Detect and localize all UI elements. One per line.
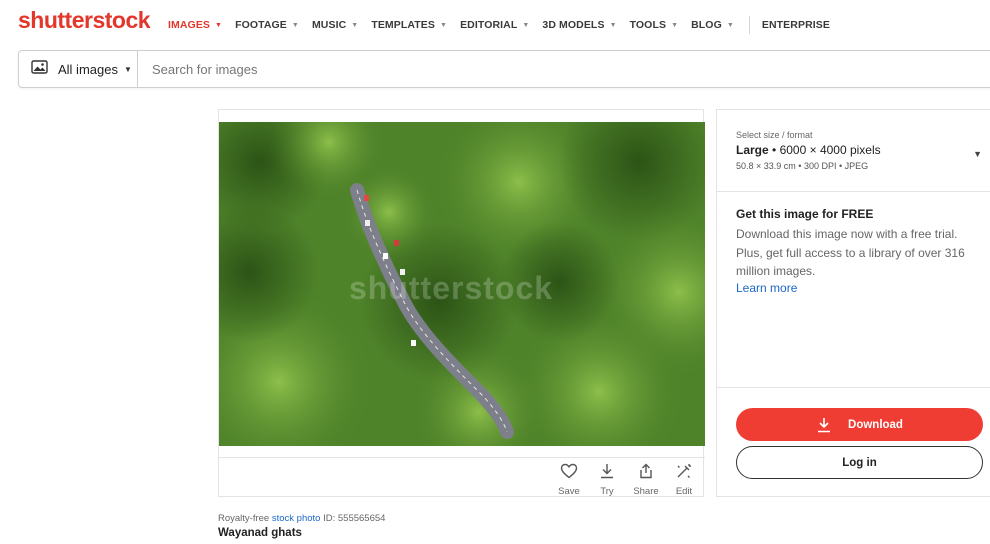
free-trial-promo: Get this image for FREE Download this im…	[736, 207, 976, 295]
edit-wand-icon	[675, 463, 693, 484]
main-nav-links: IMAGES ▼ FOOTAGE ▼ MUSIC ▼ TEMPLATES ▼ EDITO…	[168, 16, 843, 34]
nav-item-3d-models[interactable]: 3D MODELS ▼	[542, 19, 616, 31]
nav-label: TEMPLATES	[371, 19, 436, 31]
nav-item-blog[interactable]: BLOG ▼	[691, 19, 734, 31]
chevron-down-icon: ▼	[726, 21, 734, 29]
nav-label: BLOG	[691, 19, 722, 31]
caret-down-icon: ▼	[973, 149, 982, 159]
nav-item-editorial[interactable]: EDITORIAL ▼	[460, 19, 529, 31]
nav-item-footage[interactable]: FOOTAGE ▼	[235, 19, 299, 31]
edit-button[interactable]: Edit	[664, 463, 704, 497]
heart-icon	[560, 463, 578, 484]
size-details: 50.8 × 33.9 cm • 300 DPI • JPEG	[736, 161, 869, 171]
nav-item-music[interactable]: MUSIC ▼	[312, 19, 358, 31]
save-label: Save	[558, 486, 580, 497]
learn-more-link[interactable]: Learn more	[736, 281, 976, 295]
nav-divider	[748, 16, 750, 34]
search-bar: All images ▼	[18, 50, 990, 88]
nav-item-images[interactable]: IMAGES ▼	[168, 19, 222, 31]
image-type-dropdown[interactable]: All images ▼	[19, 51, 138, 87]
image-id: ID: 555565654	[323, 513, 386, 524]
chevron-down-icon: ▼	[123, 64, 132, 74]
chevron-down-icon: ▼	[291, 21, 299, 29]
selected-size: Large • 6000 × 4000 pixels	[736, 143, 976, 157]
chevron-down-icon: ▼	[440, 21, 448, 29]
size-selector-label: Select size / format	[736, 130, 813, 140]
shutterstock-logo[interactable]: shutterstock	[18, 7, 151, 34]
nav-label: IMAGES	[168, 19, 211, 31]
download-icon	[816, 417, 832, 433]
nav-label: 3D MODELS	[542, 19, 605, 31]
size-name: Large	[736, 143, 769, 157]
size-pixels: • 6000 × 4000 pixels	[772, 143, 881, 157]
nav-label: FOOTAGE	[235, 19, 287, 31]
promo-body: Download this image now with a free tria…	[736, 227, 965, 278]
image-icon	[31, 59, 48, 79]
royalty-free-text: Royalty-free	[218, 513, 270, 524]
share-label: Share	[633, 486, 659, 497]
share-icon	[637, 463, 655, 484]
nav-label: TOOLS	[629, 19, 667, 31]
watermark-text: shutterstock	[349, 270, 554, 306]
nav-item-templates[interactable]: TEMPLATES ▼	[371, 19, 447, 31]
save-button[interactable]: Save	[549, 463, 589, 497]
chevron-down-icon: ▼	[215, 21, 223, 29]
image-title: Wayanad ghats	[218, 527, 302, 539]
chevron-down-icon: ▼	[351, 21, 359, 29]
search-input[interactable]	[150, 60, 854, 78]
nav-label: EDITORIAL	[460, 19, 518, 31]
download-label: Download	[848, 418, 903, 431]
image-type-label: All images	[58, 61, 118, 77]
image-caption: Royalty-free stock photo ID: 555565654 W…	[218, 513, 385, 539]
try-label: Try	[600, 486, 614, 497]
chevron-down-icon: ▼	[609, 21, 617, 29]
size-format-selector[interactable]: Select size / format Large • 6000 × 4000…	[736, 130, 982, 171]
download-button[interactable]: Download	[736, 408, 983, 441]
nav-item-enterprise[interactable]: ENTERPRISE	[762, 19, 830, 31]
nav-item-tools[interactable]: TOOLS ▼	[630, 19, 679, 31]
stock-photo-link[interactable]: stock photo	[272, 513, 321, 524]
download-arrow-icon	[598, 463, 616, 484]
image-actions-bar: Save Try Share Edit	[219, 457, 705, 498]
login-button[interactable]: Log in	[736, 446, 983, 479]
image-id-line: Royalty-free stock photo ID: 555565654	[218, 513, 385, 524]
share-button[interactable]: Share	[626, 463, 666, 497]
promo-title: Get this image for FREE	[736, 207, 874, 221]
stock-photo[interactable]: shutterstock	[219, 122, 705, 446]
purchase-panel: Select size / format Large • 6000 × 4000…	[716, 109, 990, 497]
chevron-down-icon: ▼	[522, 21, 530, 29]
try-button[interactable]: Try	[587, 463, 627, 497]
top-navigation: shutterstock IMAGES ▼ FOOTAGE ▼ MUSIC ▼ TEM…	[0, 0, 990, 46]
image-preview-panel: shutterstock Save Try Share Edit	[218, 109, 705, 498]
nav-label: MUSIC	[311, 19, 347, 31]
divider	[717, 387, 990, 388]
divider	[717, 191, 990, 192]
edit-label: Edit	[675, 486, 693, 497]
chevron-down-icon: ▼	[671, 21, 679, 29]
